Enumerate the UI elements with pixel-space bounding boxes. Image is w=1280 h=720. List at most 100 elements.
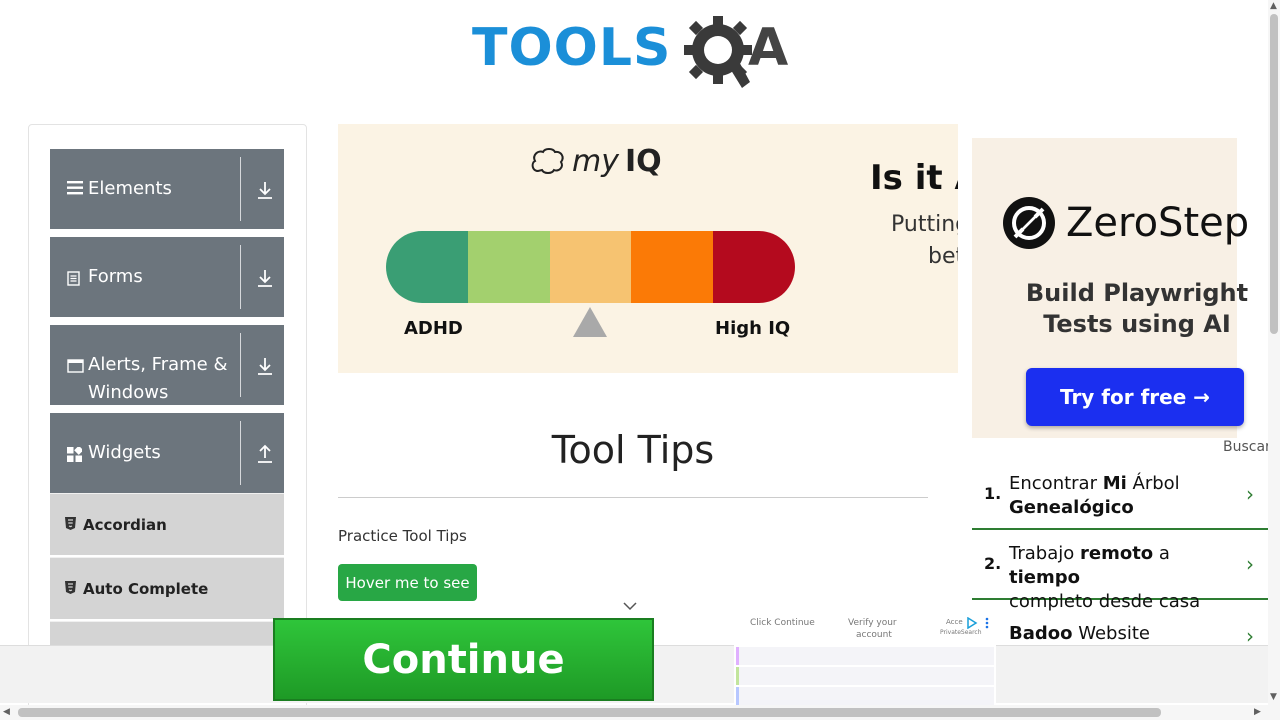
sidebar: Elements Forms Alerts, Frame & Windows W… (28, 124, 307, 720)
widgets-icon (67, 447, 82, 462)
download-arrow-icon[interactable] (256, 179, 274, 201)
sidebar-group-alerts[interactable]: Alerts, Frame & Windows (50, 325, 284, 405)
result-text-part: Árbol (1126, 473, 1180, 494)
banner-subtext: Putting (891, 212, 958, 237)
result-number: 2. (984, 554, 1002, 573)
document-icon (67, 271, 80, 286)
html5-icon (65, 517, 76, 530)
ad-row (736, 647, 994, 665)
chevron-right-icon: › (1246, 624, 1254, 644)
result-text-bold: Genealógico (1009, 497, 1134, 518)
sidebar-group-widgets[interactable]: Widgets (50, 413, 284, 493)
brain-icon (531, 147, 564, 174)
divider (338, 497, 928, 498)
sidebar-group-label: Alerts, Frame & (88, 354, 228, 375)
vertical-scrollbar[interactable]: ▲ ▼ (1268, 0, 1280, 705)
scale-segment (713, 231, 795, 303)
myiq-banner-ad[interactable]: myIQ ADHD High IQ Is it A Putting bet (338, 124, 958, 373)
result-text-bold: Badoo (1009, 623, 1073, 644)
ad-step-label: PrivateSearch (940, 629, 982, 636)
sidebar-item-label: Accordian (83, 516, 167, 534)
sidebar-item-accordian[interactable]: Accordian (50, 493, 284, 555)
divider (240, 245, 241, 309)
result-text: Badoo Website (1009, 622, 1239, 644)
sidebar-group-label: Forms (88, 266, 143, 287)
chevron-right-icon: › (1246, 552, 1254, 576)
search-result-2[interactable]: 2. Trabajo remoto a tiempo completo desde… (972, 532, 1268, 612)
ad-row (736, 667, 994, 685)
html5-icon (65, 581, 76, 594)
myiq-brand: my IQ (530, 144, 662, 179)
ad-step-label: account (856, 630, 892, 640)
search-result-1[interactable]: 1. Encontrar Mi Árbol Genealógico › (972, 462, 1268, 530)
result-text-part: Encontrar (1009, 473, 1103, 494)
sidebar-group-label: Widgets (88, 442, 161, 463)
scale-label-left: ADHD (404, 318, 463, 339)
zerostep-logo: ZeroStep (1002, 196, 1249, 250)
scale-segment (386, 231, 468, 303)
chevron-down-icon (623, 602, 637, 611)
logo-text: TOOLS (472, 18, 672, 78)
divider (240, 421, 241, 485)
continue-button[interactable]: Continue (273, 618, 654, 701)
result-text-bold: tiempo (1009, 567, 1080, 588)
private-search-ad[interactable]: Click Continue Verify your account Acce … (734, 615, 996, 705)
sidebar-group-forms[interactable]: Forms (50, 237, 284, 317)
download-arrow-icon[interactable] (256, 267, 274, 289)
ad-step-label: Click Continue (750, 618, 815, 628)
search-result-3[interactable]: Badoo Website › (972, 602, 1268, 644)
zerostep-card: ZeroStep Build Playwright Tests using AI… (972, 138, 1249, 438)
ad-step-label: Verify your (848, 618, 897, 628)
tagline-line: Tests using AI (1043, 310, 1231, 338)
result-text-part: Website (1072, 623, 1150, 644)
zerostep-ad[interactable]: ZeroStep Build Playwright Tests using AI… (958, 124, 1280, 644)
sidebar-group-label-line2: Windows (88, 382, 169, 403)
tagline-line: Build Playwright (1025, 279, 1249, 307)
menu-icon (67, 181, 83, 195)
gear-q-icon (684, 16, 752, 88)
scroll-right-icon[interactable]: ▶ (1254, 707, 1261, 717)
buscar-label: Buscar (1223, 439, 1271, 455)
window-icon (67, 359, 84, 373)
adchoices-icon[interactable] (966, 617, 978, 629)
brand-prefix: my (572, 144, 619, 179)
result-number: 1. (984, 484, 1002, 503)
sidebar-group-elements[interactable]: Elements (50, 149, 284, 229)
scale-segment (467, 231, 550, 303)
banner-subtext: bet (928, 244, 958, 269)
zerostep-brand: ZeroStep (1066, 200, 1250, 246)
try-for-free-button[interactable]: Try for free → (1026, 368, 1244, 426)
scroll-up-icon[interactable]: ▲ (1270, 1, 1277, 11)
scale-pointer-icon (573, 307, 607, 337)
toolsqa-logo[interactable]: TOOLS A (472, 14, 798, 92)
result-text: Encontrar Mi Árbol Genealógico (1009, 472, 1239, 520)
iq-scale (386, 231, 795, 303)
result-text-bold: remoto (1079, 543, 1154, 564)
scroll-down-icon[interactable]: ▼ (1270, 692, 1277, 702)
result-text-bold: Mi (1102, 473, 1127, 494)
zerostep-logo-icon (1003, 197, 1055, 249)
more-options-icon[interactable] (985, 617, 989, 629)
scale-segment (631, 231, 714, 303)
scroll-left-icon[interactable]: ◀ (3, 707, 10, 717)
upload-arrow-icon[interactable] (256, 443, 274, 465)
scrollbar-thumb[interactable] (18, 708, 1161, 717)
scale-segment (549, 231, 632, 303)
divider (240, 157, 241, 221)
chevron-right-icon: › (1246, 482, 1254, 506)
divider (240, 333, 241, 397)
scrollbar-thumb[interactable] (1270, 14, 1278, 334)
brand-suffix: IQ (624, 144, 662, 179)
result-text-part: a (1153, 543, 1170, 564)
ad-row (736, 687, 994, 705)
ad-step-label: Acce (946, 618, 963, 626)
hover-tooltip-button[interactable]: Hover me to see (338, 564, 477, 601)
logo-suffix: A (748, 18, 789, 78)
page: TOOLS A Elements Forms Alerts, Frame & W… (0, 0, 1280, 720)
download-arrow-icon[interactable] (256, 355, 274, 377)
sidebar-item-auto-complete[interactable]: Auto Complete (50, 557, 284, 619)
practice-label: Practice Tool Tips (338, 527, 467, 545)
scale-label-right: High IQ (715, 318, 791, 339)
page-title: Tool Tips (551, 428, 715, 472)
horizontal-scrollbar[interactable]: ◀ ▶ (0, 705, 1280, 720)
